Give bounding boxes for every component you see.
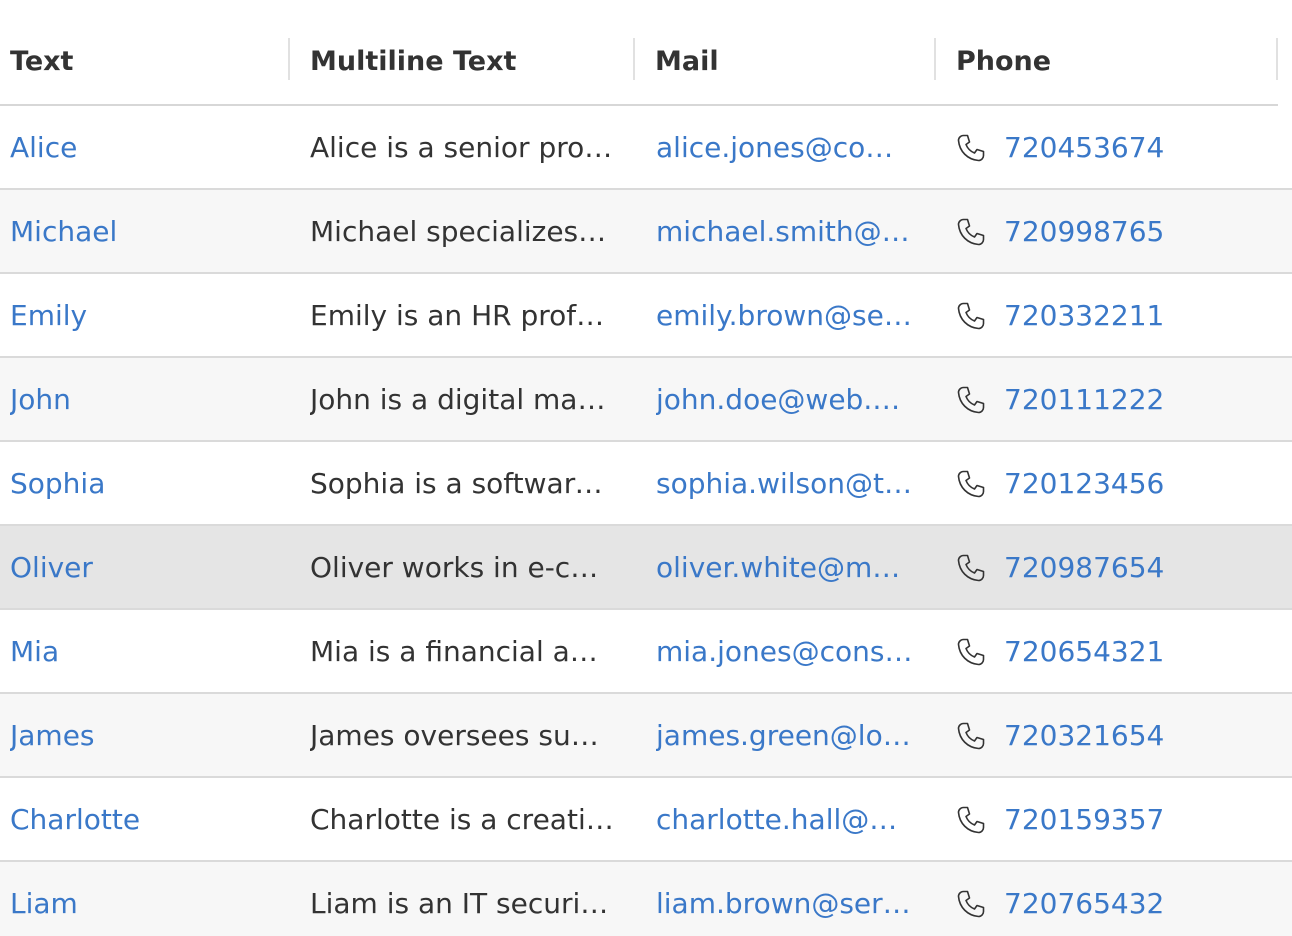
table-row[interactable]: James James oversees supply… james.green… bbox=[0, 694, 1292, 778]
email-link[interactable]: emily.brown@servi… bbox=[656, 274, 914, 356]
email-link[interactable]: michael.smith@do… bbox=[656, 190, 914, 272]
phone-icon[interactable] bbox=[955, 216, 987, 248]
description-cell: John is a digital market… bbox=[310, 383, 615, 416]
name-link[interactable]: Oliver bbox=[10, 526, 280, 608]
email-link[interactable]: alice.jones@compa… bbox=[656, 106, 914, 188]
phone-link[interactable]: 720765432 bbox=[1004, 862, 1204, 936]
phone-icon[interactable] bbox=[955, 720, 987, 752]
column-header-mail[interactable]: Mail bbox=[655, 38, 719, 82]
phone-link[interactable]: 720321654 bbox=[1004, 694, 1204, 776]
email-link[interactable]: james.green@logis… bbox=[656, 694, 914, 776]
name-link[interactable]: Michael bbox=[10, 190, 280, 272]
description-cell: Mia is a financial analy… bbox=[310, 635, 615, 668]
phone-link[interactable]: 720987654 bbox=[1004, 526, 1204, 608]
phone-icon[interactable] bbox=[955, 300, 987, 332]
phone-icon[interactable] bbox=[955, 552, 987, 584]
table-row[interactable]: Mia Mia is a financial analy… mia.jones@… bbox=[0, 610, 1292, 694]
description-cell: James oversees supply… bbox=[310, 719, 615, 752]
table-row[interactable]: Charlotte Charlotte is a creative … char… bbox=[0, 778, 1292, 862]
column-resize-handle[interactable] bbox=[288, 38, 290, 80]
phone-link[interactable]: 720159357 bbox=[1004, 778, 1204, 860]
description-cell: Charlotte is a creative … bbox=[310, 803, 615, 836]
email-link[interactable]: liam.brown@servic… bbox=[656, 862, 914, 936]
name-link[interactable]: Mia bbox=[10, 610, 280, 692]
name-link[interactable]: Charlotte bbox=[10, 778, 280, 860]
name-link[interactable]: James bbox=[10, 694, 280, 776]
table-row[interactable]: Liam Liam is an IT security s… liam.brow… bbox=[0, 862, 1292, 936]
name-link[interactable]: Emily bbox=[10, 274, 280, 356]
phone-icon[interactable] bbox=[955, 468, 987, 500]
phone-icon[interactable] bbox=[955, 888, 987, 920]
phone-link[interactable]: 720453674 bbox=[1004, 106, 1204, 188]
description-cell: Sophia is a software de… bbox=[310, 467, 615, 500]
phone-link[interactable]: 720123456 bbox=[1004, 442, 1204, 524]
description-cell: Oliver works in e-com… bbox=[310, 551, 615, 584]
data-grid: Text Multiline Text Mail Phone Alice Ali… bbox=[0, 0, 1292, 936]
phone-icon[interactable] bbox=[955, 132, 987, 164]
column-resize-handle[interactable] bbox=[1276, 38, 1278, 80]
email-link[interactable]: mia.jones@consult… bbox=[656, 610, 914, 692]
email-link[interactable]: sophia.wilson@tec… bbox=[656, 442, 914, 524]
description-cell: Michael specializes in … bbox=[310, 215, 615, 248]
phone-link[interactable]: 720654321 bbox=[1004, 610, 1204, 692]
name-link[interactable]: Alice bbox=[10, 106, 280, 188]
phone-link[interactable]: 720998765 bbox=[1004, 190, 1204, 272]
phone-link[interactable]: 720111222 bbox=[1004, 358, 1204, 440]
name-link[interactable]: Liam bbox=[10, 862, 280, 936]
email-link[interactable]: charlotte.hall@age… bbox=[656, 778, 914, 860]
table-row-selected[interactable]: Oliver Oliver works in e-com… oliver.whi… bbox=[0, 526, 1292, 610]
name-link[interactable]: Sophia bbox=[10, 442, 280, 524]
name-link[interactable]: John bbox=[10, 358, 280, 440]
phone-icon[interactable] bbox=[955, 384, 987, 416]
grid-header: Text Multiline Text Mail Phone bbox=[0, 0, 1278, 106]
phone-icon[interactable] bbox=[955, 636, 987, 668]
email-link[interactable]: john.doe@web.com bbox=[656, 358, 914, 440]
description-cell: Emily is an HR professi… bbox=[310, 299, 615, 332]
column-resize-handle[interactable] bbox=[934, 38, 936, 80]
column-header-text[interactable]: Text bbox=[10, 38, 73, 82]
phone-icon[interactable] bbox=[955, 804, 987, 836]
table-row[interactable]: Emily Emily is an HR professi… emily.bro… bbox=[0, 274, 1292, 358]
table-row[interactable]: Alice Alice is a senior project… alice.j… bbox=[0, 106, 1292, 190]
description-cell: Liam is an IT security s… bbox=[310, 887, 615, 920]
table-row[interactable]: Michael Michael specializes in … michael… bbox=[0, 190, 1292, 274]
description-cell: Alice is a senior project… bbox=[310, 131, 615, 164]
grid-body: Alice Alice is a senior project… alice.j… bbox=[0, 106, 1292, 936]
table-row[interactable]: Sophia Sophia is a software de… sophia.w… bbox=[0, 442, 1292, 526]
column-header-phone[interactable]: Phone bbox=[956, 38, 1051, 82]
phone-link[interactable]: 720332211 bbox=[1004, 274, 1204, 356]
column-header-multiline-text[interactable]: Multiline Text bbox=[310, 38, 516, 82]
column-resize-handle[interactable] bbox=[633, 38, 635, 80]
table-row[interactable]: John John is a digital market… john.doe@… bbox=[0, 358, 1292, 442]
email-link[interactable]: oliver.white@mark… bbox=[656, 526, 914, 608]
